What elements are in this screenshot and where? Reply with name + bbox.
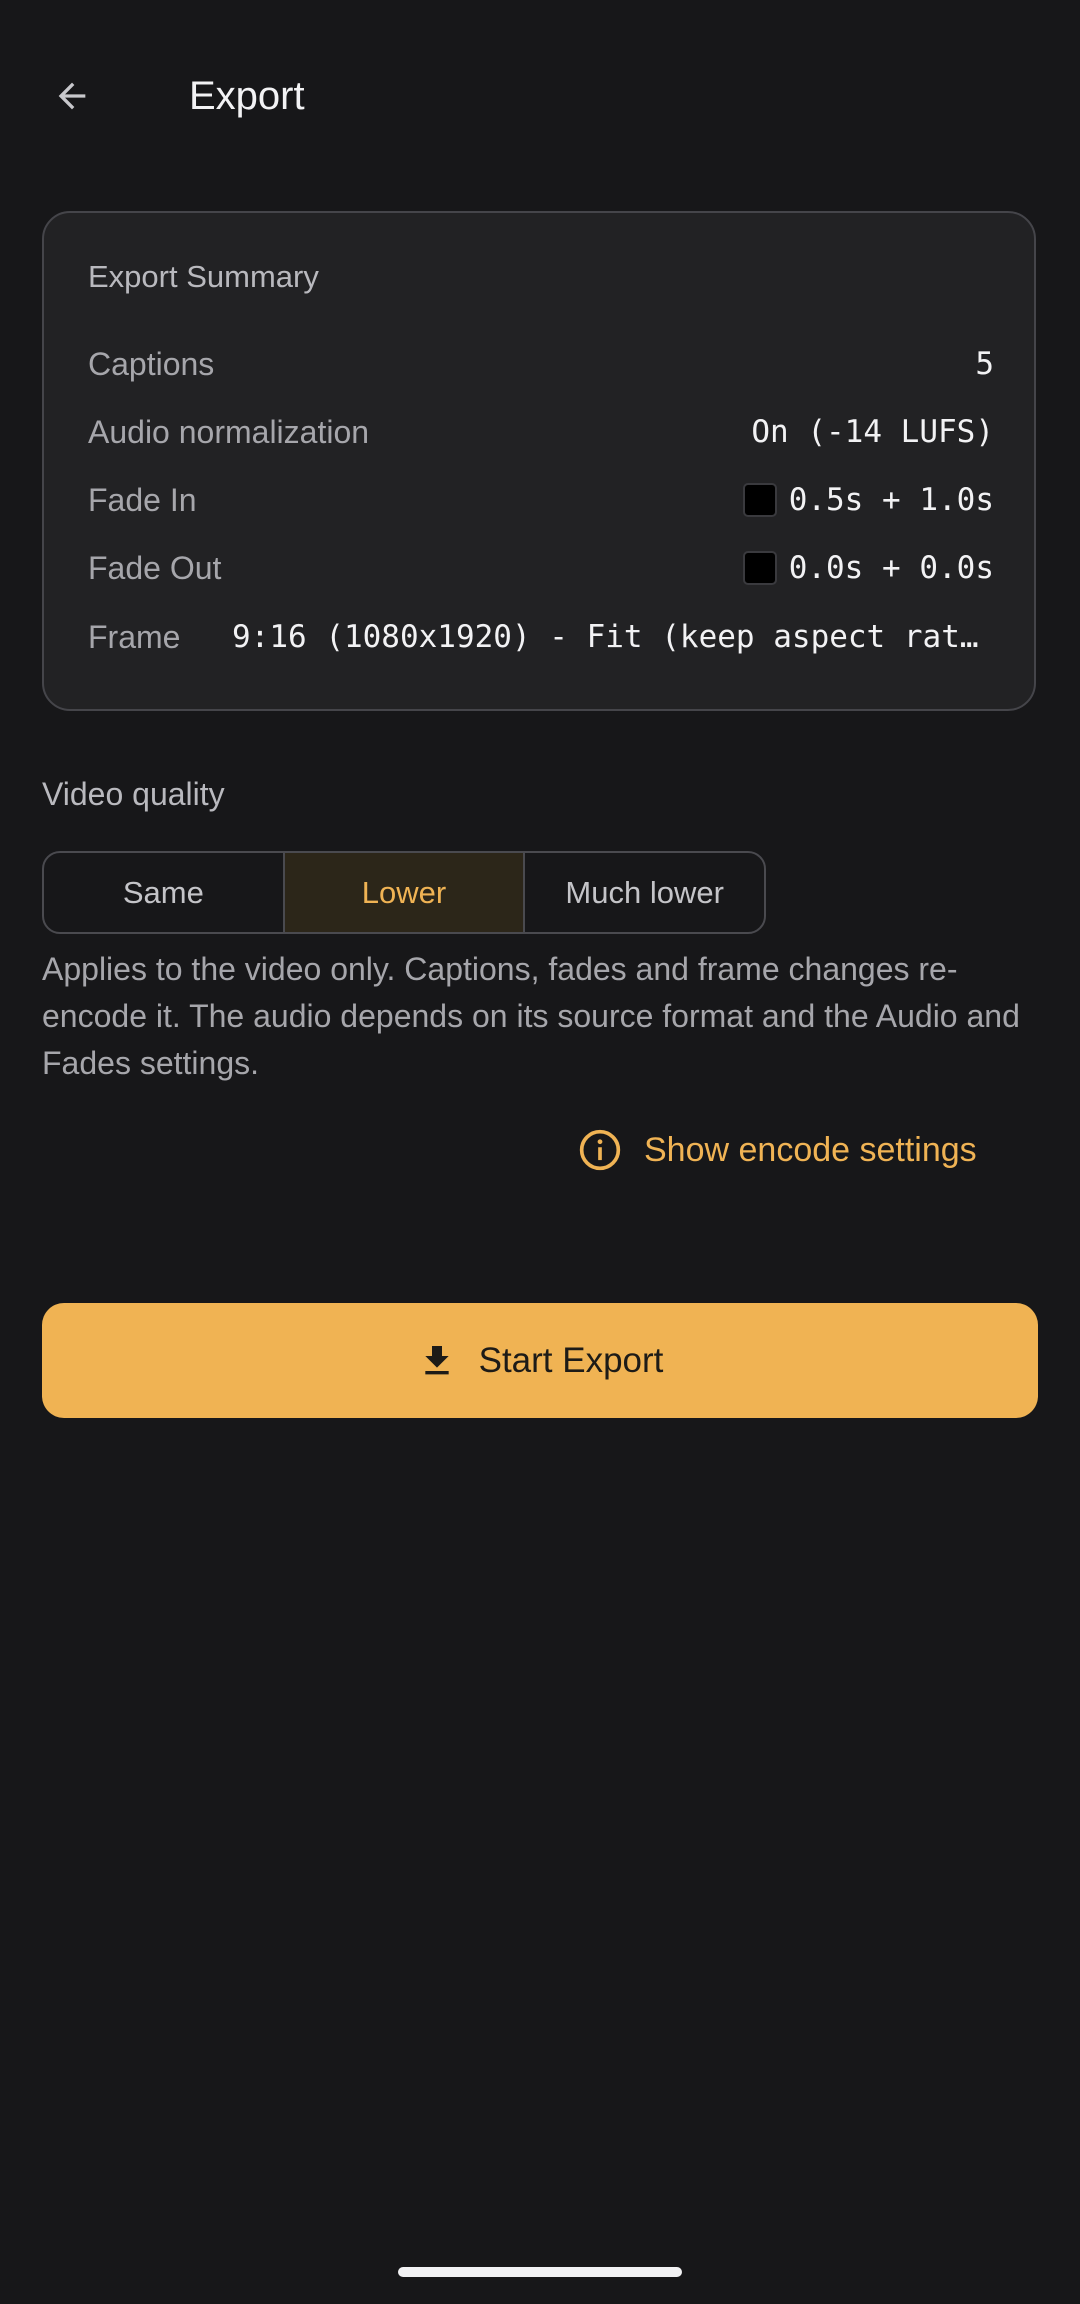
home-indicator xyxy=(398,2267,682,2277)
row-value-group: 0.5s + 1.0s xyxy=(742,482,994,518)
row-label: Audio normalization xyxy=(88,413,370,450)
download-icon xyxy=(424,1345,449,1374)
start-export-label: Start Export xyxy=(478,1340,664,1380)
fade-in-color-swatch xyxy=(742,483,777,517)
quality-option-same[interactable]: Same xyxy=(44,853,283,932)
video-quality-selector: Same Lower Much lower xyxy=(42,851,766,934)
export-summary-card: Export Summary Captions 5 Audio normaliz… xyxy=(42,211,1036,711)
show-encode-settings-label: Show encode settings xyxy=(644,1130,977,1169)
row-value: 9:16 (1080x1920) - Fit (keep aspect rati… xyxy=(232,619,994,655)
row-value: 0.0s + 0.0s xyxy=(788,550,994,586)
quality-option-lower[interactable]: Lower xyxy=(282,853,524,932)
app-bar: Export xyxy=(0,40,1080,152)
summary-row-audio-normalization: Audio normalization On (-14 LUFS) xyxy=(88,407,994,457)
video-quality-label: Video quality xyxy=(42,776,225,812)
show-encode-settings-button[interactable]: Show encode settings xyxy=(578,1124,977,1176)
row-label: Fade Out xyxy=(88,549,222,586)
row-label: Fade In xyxy=(88,481,197,518)
row-label: Captions xyxy=(88,345,215,382)
start-export-button[interactable]: Start Export xyxy=(42,1303,1038,1418)
back-button[interactable] xyxy=(42,66,102,126)
quality-option-much-lower[interactable]: Much lower xyxy=(523,853,764,932)
row-label: Frame xyxy=(88,618,181,655)
info-icon xyxy=(579,1129,621,1171)
row-value-group: 0.0s + 0.0s xyxy=(742,550,994,586)
summary-row-frame: Frame 9:16 (1080x1920) - Fit (keep aspec… xyxy=(88,612,994,662)
fade-out-color-swatch xyxy=(742,551,777,585)
row-value: 0.5s + 1.0s xyxy=(788,482,994,518)
row-value: On (-14 LUFS) xyxy=(751,414,994,450)
page-title: Export xyxy=(189,74,305,118)
summary-row-fade-out: Fade Out 0.0s + 0.0s xyxy=(88,543,994,593)
summary-row-captions: Captions 5 xyxy=(88,339,994,389)
row-value: 5 xyxy=(975,346,994,382)
video-quality-help-text: Applies to the video only. Captions, fad… xyxy=(42,951,1020,1081)
summary-row-fade-in: Fade In 0.5s + 1.0s xyxy=(88,475,994,525)
summary-title: Export Summary xyxy=(88,259,319,294)
arrow-left-icon xyxy=(58,82,86,110)
